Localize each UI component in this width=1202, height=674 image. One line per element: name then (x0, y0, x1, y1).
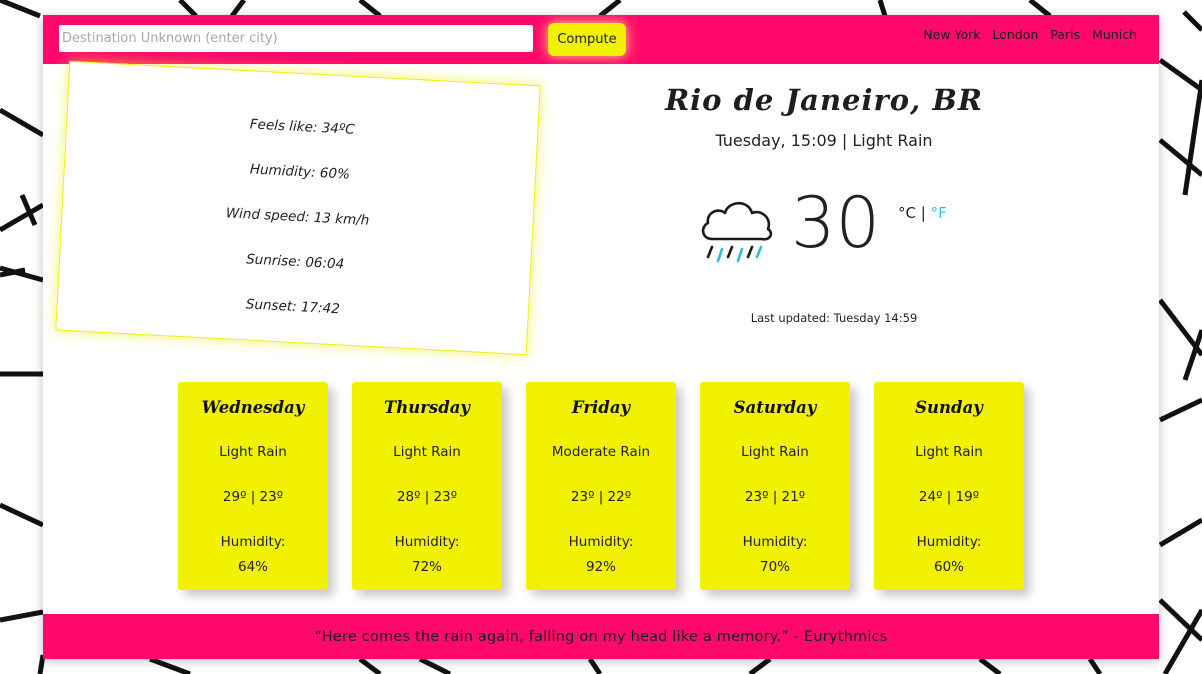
forecast-temps: 24º | 19º (918, 489, 980, 505)
footer-quote: “Here comes the rain again, falling on m… (314, 628, 888, 645)
forecast-temps: 28º | 23º (396, 489, 458, 505)
forecast-description: Light Rain (393, 444, 461, 460)
forecast-day: Sunday (915, 398, 983, 417)
date-condition-line: Tuesday, 15:09 | Light Rain (715, 131, 933, 150)
forecast-card-saturday: Saturday Light Rain 23º | 21º Humidity: … (700, 382, 850, 590)
weather-details-card: Feels like: 34ºC Humidity: 60% Wind spee… (55, 60, 541, 356)
forecast-humidity: 72% (411, 559, 442, 575)
forecast-humidity-label: Humidity: (568, 534, 634, 550)
current-temperature: 30 (791, 182, 881, 264)
feels-like-text: Feels like: 34ºC (249, 116, 356, 138)
forecast-humidity-label: Humidity: (220, 534, 286, 550)
city-link-paris[interactable]: Paris (1050, 27, 1080, 42)
wind-speed-text: Wind speed: 13 km/h (225, 205, 370, 229)
top-bar: Compute New York London Paris Munich (43, 15, 1159, 64)
forecast-day: Friday (571, 398, 631, 417)
compute-button[interactable]: Compute (548, 23, 626, 56)
forecast-description: Light Rain (915, 444, 983, 460)
last-updated-text: Last updated: Tuesday 14:59 (750, 311, 918, 325)
forecast-row: Wednesday Light Rain 29º | 23º Humidity:… (178, 382, 1024, 590)
forecast-card-wednesday: Wednesday Light Rain 29º | 23º Humidity:… (178, 382, 328, 590)
city-title: Rio de Janeiro, BR (665, 83, 983, 117)
city-link-london[interactable]: London (993, 27, 1039, 42)
humidity-text: Humidity: 60% (249, 161, 351, 183)
forecast-temps: 29º | 23º (222, 489, 284, 505)
forecast-day: Saturday (733, 398, 817, 417)
forecast-card-thursday: Thursday Light Rain 28º | 23º Humidity: … (352, 382, 502, 590)
forecast-description: Light Rain (219, 444, 287, 460)
forecast-temps: 23º | 22º (570, 489, 632, 505)
city-shortcuts: New York London Paris Munich (923, 27, 1137, 42)
forecast-humidity-label: Humidity: (916, 534, 982, 550)
forecast-humidity: 64% (237, 559, 268, 575)
unit-separator: | (920, 204, 926, 222)
forecast-humidity: 60% (933, 559, 964, 575)
forecast-card-sunday: Sunday Light Rain 24º | 19º Humidity: 60… (874, 382, 1024, 590)
forecast-day: Thursday (383, 398, 471, 417)
forecast-day: Wednesday (201, 398, 305, 417)
fahrenheit-unit-link[interactable]: °F (931, 204, 947, 222)
weather-app-window: Compute New York London Paris Munich Fee… (43, 15, 1159, 659)
footer-bar: “Here comes the rain again, falling on m… (43, 614, 1159, 659)
sunrise-text: Sunrise: 06:04 (245, 251, 345, 273)
forecast-description: Moderate Rain (551, 444, 651, 460)
rain-cloud-icon (701, 201, 773, 263)
forecast-humidity: 92% (585, 559, 616, 575)
forecast-description: Light Rain (741, 444, 809, 460)
unit-toggle: °C | °F (898, 204, 947, 222)
forecast-card-friday: Friday Moderate Rain 23º | 22º Humidity:… (526, 382, 676, 590)
sunset-text: Sunset: 17:42 (245, 296, 341, 318)
celsius-unit[interactable]: °C (898, 204, 916, 222)
forecast-temps: 23º | 21º (744, 489, 806, 505)
city-link-munich[interactable]: Munich (1092, 27, 1137, 42)
city-link-new-york[interactable]: New York (923, 27, 980, 42)
forecast-humidity-label: Humidity: (742, 534, 808, 550)
forecast-humidity: 70% (759, 559, 790, 575)
search-input[interactable] (59, 25, 533, 52)
forecast-humidity-label: Humidity: (394, 534, 460, 550)
